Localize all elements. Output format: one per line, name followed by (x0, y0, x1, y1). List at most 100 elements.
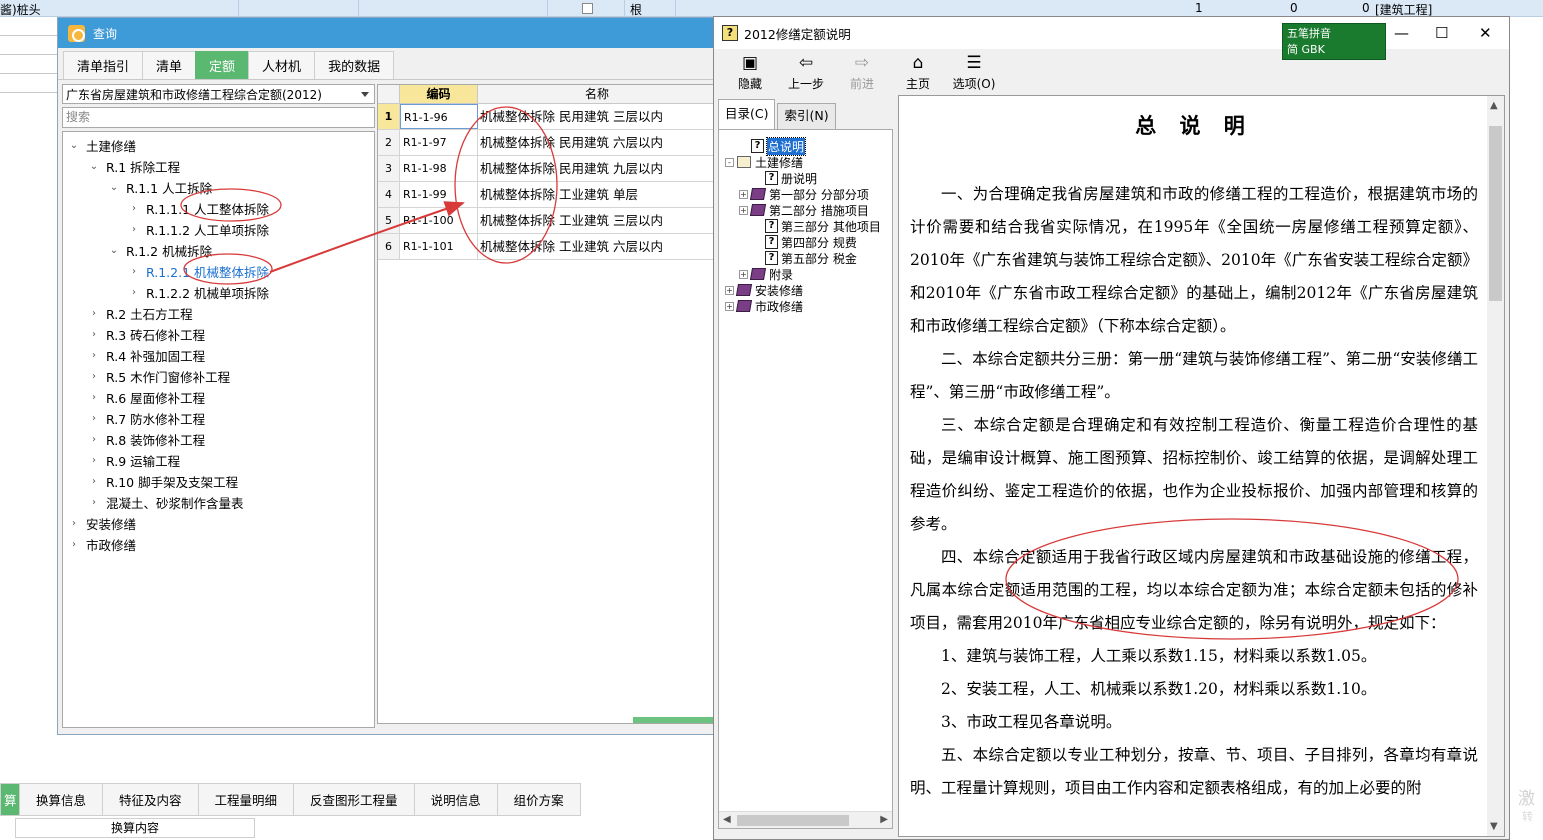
toolbar-button-3[interactable]: ⌂ 主页 (890, 53, 946, 92)
table-row[interactable]: 4 R1-1-99 机械整体拆除 工业建筑 单层 (378, 182, 717, 208)
quota-library-select[interactable]: 广东省房屋建筑和市政修缮工程综合定额(2012) (62, 84, 375, 104)
minimize-icon[interactable]: — (1394, 24, 1409, 42)
tree-node[interactable]: › 安装修缮 (63, 513, 374, 534)
chevron-down-icon[interactable]: ⌄ (107, 245, 121, 256)
bottom-tab-1[interactable]: 换算信息 (19, 783, 104, 816)
tree-node[interactable]: › R.10 脚手架及支架工程 (63, 471, 374, 492)
bottom-tab-0[interactable]: 算 (0, 783, 20, 816)
expand-icon[interactable]: + (725, 301, 734, 311)
chevron-right-icon[interactable]: › (87, 329, 101, 340)
toolbar-button-2[interactable]: ⇨ 前进 (834, 53, 890, 92)
tree-node[interactable]: ⌄ R.1.2 机械拆除 (63, 240, 374, 261)
table-row[interactable]: 3 R1-1-98 机械整体拆除 民用建筑 九层以内 (378, 156, 717, 182)
table-row[interactable]: 6 R1-1-101 机械整体拆除 工业建筑 六层以内 (378, 234, 717, 260)
chevron-right-icon[interactable]: › (127, 266, 141, 277)
chevron-right-icon[interactable]: › (127, 224, 141, 235)
toc-item[interactable]: + 安装修缮 (719, 282, 892, 298)
chevron-right-icon[interactable]: › (87, 497, 101, 508)
toc-item[interactable]: - 土建修缮 (719, 154, 892, 170)
tree-node[interactable]: › R.1.2.2 机械单项拆除 (63, 282, 374, 303)
tree-node[interactable]: › R.5 木作门窗修补工程 (63, 366, 374, 387)
scroll-up-icon[interactable]: ▲ (1490, 100, 1498, 111)
toc-item[interactable]: ? 第四部分 规费 (719, 234, 892, 250)
tree-node[interactable]: › 混凝土、砂浆制作含量表 (63, 492, 374, 513)
toc-item[interactable]: + 第一部分 分部分项 (719, 186, 892, 202)
search-input[interactable]: 搜索 (62, 107, 375, 128)
scroll-thumb[interactable] (1489, 126, 1502, 301)
chevron-right-icon[interactable]: › (127, 203, 141, 214)
chevron-down-icon[interactable]: ⌄ (107, 182, 121, 193)
chevron-right-icon[interactable]: › (87, 476, 101, 487)
toc-item[interactable]: + 附录 (719, 266, 892, 282)
chevron-right-icon[interactable]: › (67, 539, 81, 550)
tree-node[interactable]: › R.3 砖石修补工程 (63, 324, 374, 345)
chevron-down-icon[interactable]: ⌄ (67, 140, 81, 151)
table-row[interactable]: 2 R1-1-97 机械整体拆除 民用建筑 六层以内 (378, 130, 717, 156)
expand-icon[interactable]: + (739, 189, 748, 199)
close-icon[interactable]: ✕ (1479, 24, 1492, 42)
tree-node[interactable]: ⌄ 土建修缮 (63, 135, 374, 156)
ime-toolbar[interactable]: 五笔拼音 简 GBK (1282, 23, 1386, 60)
query-title-bar[interactable]: 查询 (58, 18, 716, 48)
help-nav-tab-0[interactable]: 目录(C) (718, 99, 776, 129)
toc-item[interactable]: ? 总说明 (719, 136, 892, 156)
tree-node[interactable]: › R.4 补强加固工程 (63, 345, 374, 366)
table-row[interactable]: 1 R1-1-96 机械整体拆除 民用建筑 三层以内 (378, 104, 717, 130)
content-vertical-scrollbar[interactable]: ▲ ▼ (1487, 96, 1504, 836)
expand-icon[interactable]: + (739, 205, 748, 215)
splitter-handle[interactable] (633, 717, 717, 723)
ime-charset[interactable]: 简 GBK (1287, 42, 1381, 58)
ime-mode[interactable]: 五笔拼音 (1287, 26, 1381, 42)
grid-header-name[interactable]: 名称 (478, 85, 717, 103)
query-tab-3[interactable]: 人材机 (248, 51, 316, 79)
toc-item[interactable]: ? 第五部分 税金 (719, 250, 892, 266)
expand-icon[interactable]: + (725, 285, 734, 295)
query-tab-4[interactable]: 我的数据 (314, 51, 395, 79)
chevron-right-icon[interactable]: › (67, 518, 81, 529)
chevron-right-icon[interactable]: › (127, 287, 141, 298)
tree-node[interactable]: › R.8 装饰修补工程 (63, 429, 374, 450)
chevron-right-icon[interactable]: › (87, 308, 101, 319)
bg-checkbox[interactable] (582, 3, 593, 14)
chevron-right-icon[interactable]: › (87, 350, 101, 361)
tree-node[interactable]: › R.1.1.1 人工整体拆除 (63, 198, 374, 219)
chevron-right-icon[interactable]: › (87, 455, 101, 466)
collapse-icon[interactable]: - (725, 157, 734, 167)
scroll-thumb[interactable] (737, 815, 849, 826)
toc-item[interactable]: ? 第三部分 其他项目 (719, 218, 892, 234)
query-tab-2[interactable]: 定额 (195, 51, 250, 79)
toc-item[interactable]: + 市政修缮 (719, 298, 892, 314)
tree-node[interactable]: › R.6 屋面修补工程 (63, 387, 374, 408)
help-title-bar[interactable]: ? 2012修缮定额说明 五笔拼音 简 GBK — ☐ ✕ (714, 17, 1509, 60)
table-row[interactable]: 5 R1-1-100 机械整体拆除 工业建筑 三层以内 (378, 208, 717, 234)
tree-node[interactable]: › 市政修缮 (63, 534, 374, 555)
toolbar-button-0[interactable]: ▣ 隐藏 (722, 53, 778, 92)
toc-item[interactable]: ? 册说明 (719, 170, 892, 186)
toolbar-button-4[interactable]: ☰ 选项(O) (946, 53, 1002, 92)
query-tab-1[interactable]: 清单 (142, 51, 197, 79)
toolbar-button-1[interactable]: ⇦ 上一步 (778, 53, 834, 92)
bottom-tab-5[interactable]: 说明信息 (413, 783, 498, 816)
scroll-down-icon[interactable]: ▼ (1490, 821, 1498, 832)
bottom-tab-2[interactable]: 特征及内容 (102, 783, 199, 816)
bottom-tab-3[interactable]: 工程量明细 (197, 783, 295, 816)
tree-node[interactable]: › R.9 运输工程 (63, 450, 374, 471)
chevron-right-icon[interactable]: › (87, 392, 101, 403)
tree-node[interactable]: › R.2 土石方工程 (63, 303, 374, 324)
chevron-right-icon[interactable]: › (87, 434, 101, 445)
scroll-right-icon[interactable]: ▶ (880, 814, 888, 825)
chevron-right-icon[interactable]: › (87, 371, 101, 382)
toc-item[interactable]: + 第二部分 措施项目 (719, 202, 892, 218)
tree-node[interactable]: › R.1.1.2 人工单项拆除 (63, 219, 374, 240)
tree-node[interactable]: ⌄ R.1.1 人工拆除 (63, 177, 374, 198)
maximize-icon[interactable]: ☐ (1435, 24, 1448, 42)
grid-header-code[interactable]: 编码 (400, 85, 478, 103)
chevron-down-icon[interactable]: ⌄ (87, 161, 101, 172)
toc-horizontal-scrollbar[interactable]: ◀ ▶ (719, 811, 892, 828)
tree-node[interactable]: › R.1.2.1 机械整体拆除 (63, 261, 374, 282)
bottom-tab-4[interactable]: 反查图形工程量 (293, 783, 415, 816)
scroll-left-icon[interactable]: ◀ (723, 814, 731, 825)
help-nav-tab-1[interactable]: 索引(N) (777, 103, 836, 129)
conversion-content-tab[interactable]: 换算内容 (15, 818, 255, 838)
tree-node[interactable]: › R.7 防水修补工程 (63, 408, 374, 429)
